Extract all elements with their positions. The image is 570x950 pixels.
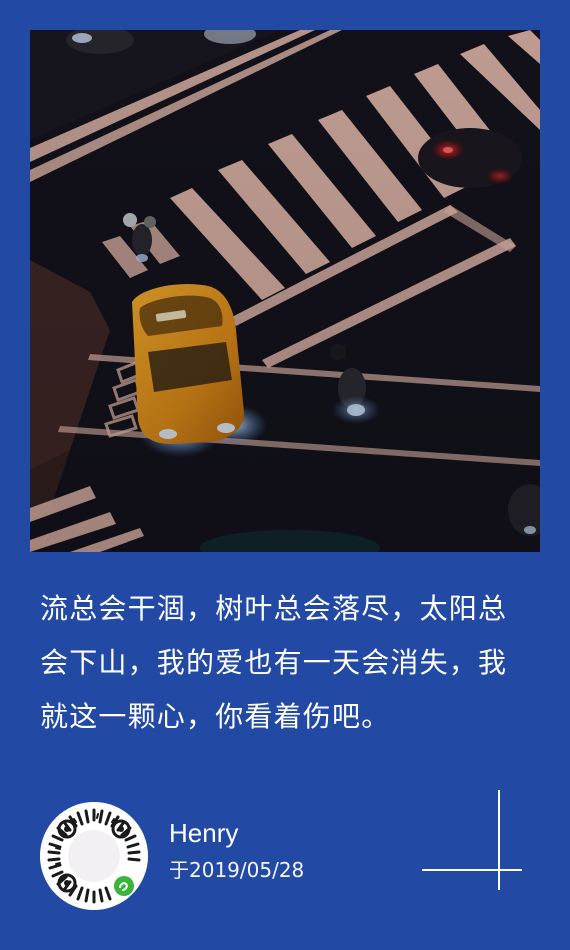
poster-card: 流总会干涸，树叶总会落尽，太阳总会下山，我的爱也有一天会消失，我就这一颗心，你看… — [0, 0, 570, 950]
crosshair-horizontal-line — [422, 869, 522, 871]
author-name: Henry — [169, 818, 239, 848]
crosshair-decoration — [420, 790, 524, 890]
quote-text: 流总会干涸，树叶总会落尽，太阳总会下山，我的爱也有一天会消失，我就这一颗心，你看… — [40, 592, 508, 733]
mini-program-qr-code-icon[interactable] — [40, 802, 148, 910]
publish-date: 于2019/05/28 — [169, 858, 305, 882]
crosshair-vertical-line — [498, 790, 500, 890]
author-footer: Henry 于2019/05/28 — [40, 790, 540, 912]
street-night-photo — [30, 30, 540, 552]
